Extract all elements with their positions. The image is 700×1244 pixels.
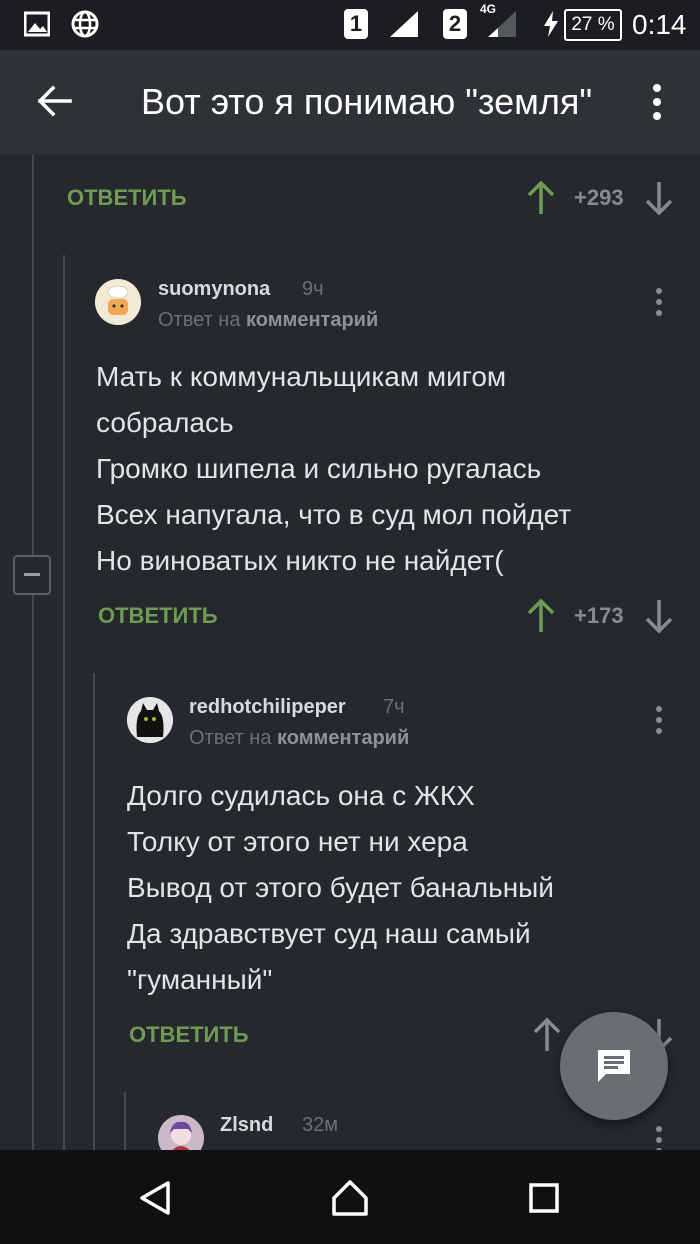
comment-icon: [598, 1050, 630, 1082]
upvote-active-icon[interactable]: [524, 180, 558, 216]
page-title: Вот это я понимаю "земля": [141, 81, 593, 122]
reply-to-line: Ответ на комментарий: [158, 307, 378, 333]
sim2-badge: 2: [443, 9, 467, 39]
thread-line-level-3: [124, 1092, 126, 1150]
comment-line: Всех напугала, что в суд мол пойдет: [96, 499, 572, 530]
reply-to-link[interactable]: комментарий: [246, 309, 378, 331]
nav-recents-icon[interactable]: [528, 1182, 560, 1214]
comment-menu-icon[interactable]: [654, 1125, 664, 1150]
clock: 0:14: [632, 9, 687, 40]
nav-back-icon[interactable]: [138, 1180, 174, 1216]
comment-line: Толку от этого нет ни хера: [127, 826, 468, 857]
upvote-active-icon[interactable]: [524, 598, 558, 634]
signal-strength-weak-icon: [488, 11, 516, 37]
comment-line: Да здравствует суд наш самый: [127, 918, 531, 949]
comment-username[interactable]: Zlsnd: [220, 1112, 273, 1138]
status-bar: 1 2 4G 27 % 0:14: [0, 0, 700, 50]
avatar[interactable]: [127, 697, 173, 743]
reply-to-link[interactable]: комментарий: [277, 727, 409, 749]
avatar-chef-icon: [95, 279, 141, 325]
reply-to-prefix: Ответ на: [158, 309, 241, 331]
reply-to-prefix: Ответ на: [189, 727, 272, 749]
upvote-icon[interactable]: [530, 1017, 564, 1053]
gallery-notification-icon: [24, 11, 50, 37]
collapse-thread-button[interactable]: [13, 555, 51, 595]
more-options-icon[interactable]: [651, 83, 663, 121]
avatar-black-cat-icon: [127, 697, 173, 743]
battery-indicator: 27 %: [564, 9, 622, 41]
thread-line-level-0: [32, 155, 34, 1150]
comment-line: Но виноватых никто не найдет(: [96, 545, 504, 576]
comment-body: Долго судилась она с ЖКХ Толку от этого …: [127, 773, 554, 1003]
app-bar: Вот это я понимаю "земля": [0, 50, 700, 155]
avatar[interactable]: [158, 1115, 204, 1150]
comment-time: 32м: [302, 1114, 338, 1136]
reply-button[interactable]: ОТВЕТИТЬ: [98, 601, 218, 631]
back-arrow-icon[interactable]: [36, 82, 74, 120]
comment-score: +173: [574, 603, 624, 628]
comment-line: Мать к коммунальщикам мигом: [96, 361, 507, 392]
avatar[interactable]: [95, 279, 141, 325]
comment-time: 7ч: [383, 696, 405, 718]
comment-time: 9ч: [302, 278, 324, 300]
comment-menu-icon[interactable]: [654, 705, 664, 735]
system-navigation-bar: [0, 1150, 700, 1244]
comment-line: Долго судилась она с ЖКХ: [127, 780, 475, 811]
comment-line: "гуманный": [127, 964, 273, 995]
downvote-icon[interactable]: [642, 598, 676, 634]
comment-menu-icon[interactable]: [654, 287, 664, 317]
comment-line: собралась: [96, 407, 234, 438]
thread-line-level-1: [63, 255, 65, 1150]
minus-icon: [24, 573, 40, 576]
write-comment-button[interactable]: [560, 1012, 668, 1120]
reply-button[interactable]: ОТВЕТИТЬ: [129, 1020, 249, 1050]
comment-line: Вывод от этого будет банальный: [127, 872, 554, 903]
avatar-character-icon: [158, 1115, 204, 1150]
downvote-icon[interactable]: [642, 180, 676, 216]
charging-icon: [544, 11, 558, 37]
nav-home-icon[interactable]: [330, 1178, 370, 1218]
comment-line: Громко шипела и сильно ругалась: [96, 453, 542, 484]
globe-icon: [71, 10, 99, 38]
comment-body: Мать к коммунальщикам мигом собралась Гр…: [96, 354, 571, 584]
reply-button[interactable]: ОТВЕТИТЬ: [67, 183, 187, 213]
signal-strength-icon: [390, 11, 418, 37]
thread-line-level-2: [93, 673, 95, 1150]
reply-to-line: Ответ на комментарий: [189, 725, 409, 751]
sim1-badge: 1: [344, 9, 368, 39]
comment-score: +293: [574, 185, 624, 210]
comment-username[interactable]: suomynona: [158, 276, 270, 302]
comments-thread[interactable]: ОТВЕТИТЬ +293 suomynona 9ч Ответ на комм…: [0, 155, 700, 1150]
comment-username[interactable]: redhotchilipeper: [189, 694, 346, 720]
